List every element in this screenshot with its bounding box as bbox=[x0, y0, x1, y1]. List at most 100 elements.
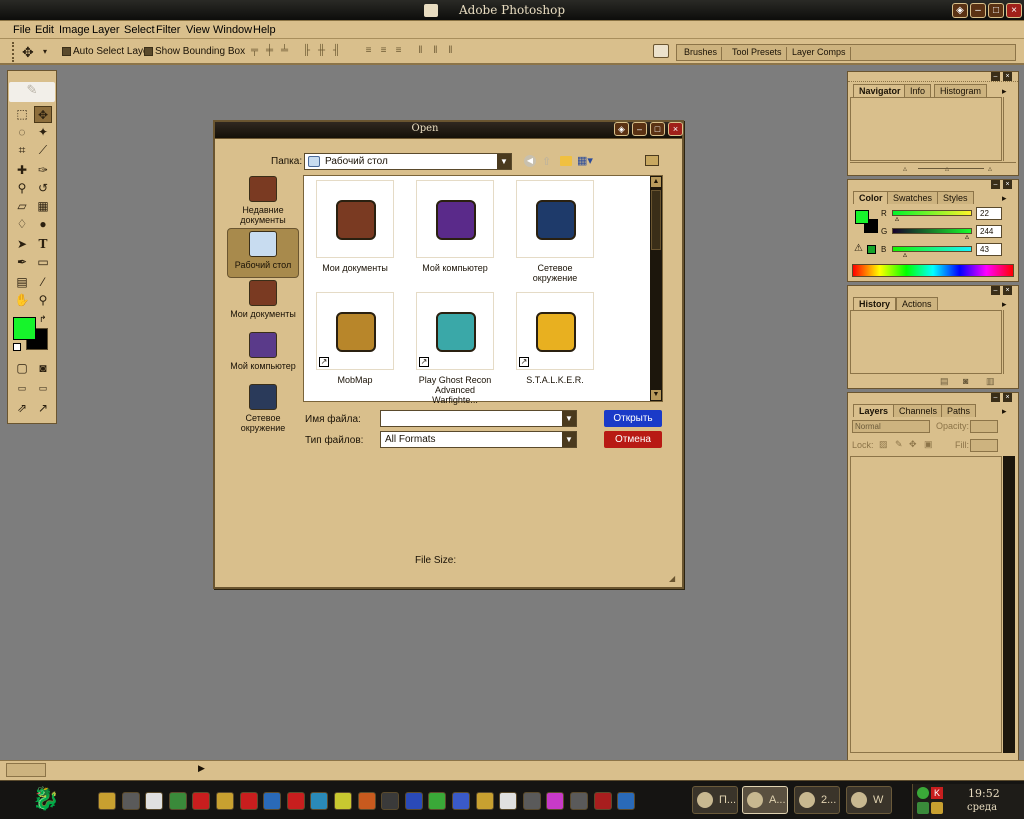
minimize-panel-icon[interactable]: – bbox=[991, 72, 1000, 81]
places-folder-icon[interactable] bbox=[645, 155, 659, 166]
pen-tool-icon[interactable]: ✒ bbox=[13, 254, 31, 271]
scrollbar[interactable]: ▲ ▼ bbox=[650, 176, 662, 401]
scrollbar[interactable] bbox=[1003, 456, 1015, 753]
file-item[interactable]: ↗ S.T.A.L.K.E.R. bbox=[516, 292, 594, 385]
slider-thumb[interactable]: ▵ bbox=[903, 250, 907, 259]
new-document-icon[interactable]: ▤ bbox=[940, 376, 949, 387]
game-icon[interactable] bbox=[286, 792, 305, 810]
terminal-icon[interactable] bbox=[121, 792, 140, 810]
blend-mode-select[interactable]: Normal bbox=[852, 420, 930, 433]
tab-brushes[interactable]: Brushes bbox=[680, 47, 723, 60]
layers-list[interactable] bbox=[850, 456, 1002, 753]
tab-color[interactable]: Color bbox=[853, 191, 889, 204]
color-ramp[interactable] bbox=[852, 264, 1014, 277]
panel-menu-icon[interactable]: ▸ bbox=[1002, 86, 1007, 97]
lock-transparency-icon[interactable]: ▨ bbox=[879, 439, 888, 450]
place-3[interactable]: Мой компьютер bbox=[227, 332, 299, 371]
tab-history[interactable]: History bbox=[853, 297, 897, 310]
jump-to-imageready-icon[interactable]: ⇗ bbox=[13, 400, 31, 417]
clock-day[interactable]: среда bbox=[967, 802, 997, 813]
back-icon[interactable]: ◀ bbox=[524, 155, 536, 167]
navigator-preview[interactable] bbox=[850, 97, 1002, 161]
taskbar-button[interactable]: П... bbox=[692, 786, 738, 814]
disc-icon[interactable] bbox=[522, 792, 541, 810]
magic-wand-tool-icon[interactable]: ✦ bbox=[34, 124, 52, 141]
folder-select[interactable]: Рабочий стол ▼ bbox=[304, 153, 512, 170]
shape-tool-icon[interactable]: ▭ bbox=[34, 254, 52, 271]
open-button[interactable]: Открыть bbox=[603, 409, 663, 428]
dialog-minimize-button[interactable]: – bbox=[632, 122, 647, 136]
network-tray-icon[interactable] bbox=[917, 787, 929, 799]
tab-styles[interactable]: Styles bbox=[937, 191, 974, 204]
shield-icon[interactable] bbox=[428, 792, 447, 810]
chevron-down-icon[interactable]: ▾ bbox=[43, 47, 47, 56]
file-item[interactable]: ↗ Play Ghost Recon Advanced Warfighte... bbox=[416, 292, 494, 405]
tab-histogram[interactable]: Histogram bbox=[934, 84, 988, 97]
align-left-icon[interactable]: ╟ bbox=[300, 45, 313, 57]
antivirus-tray-icon[interactable]: K bbox=[931, 787, 943, 799]
healing-brush-tool-icon[interactable]: ✚ bbox=[13, 162, 31, 179]
distribute-middle-icon[interactable]: ≡ bbox=[377, 45, 390, 57]
dialog-restore-icon[interactable]: ◈ bbox=[614, 122, 629, 136]
distribute-top-icon[interactable]: ≡ bbox=[362, 45, 375, 57]
cloud-icon[interactable] bbox=[499, 792, 518, 810]
close-panel-icon[interactable]: × bbox=[1003, 393, 1012, 402]
move-tool-icon[interactable]: ✥ bbox=[22, 44, 34, 61]
panel-menu-icon[interactable]: ▸ bbox=[1002, 193, 1007, 204]
filetype-select[interactable]: All Formats ▼ bbox=[380, 431, 577, 448]
eyedropper-tool-icon[interactable]: ⁄ bbox=[34, 274, 52, 291]
menu-window[interactable]: Window bbox=[213, 24, 252, 36]
antivirus-icon[interactable] bbox=[192, 792, 211, 810]
tab-info[interactable]: Info bbox=[904, 84, 932, 97]
options-grip[interactable] bbox=[12, 42, 15, 62]
menu-image[interactable]: Image bbox=[59, 24, 90, 36]
tab-channels[interactable]: Channels bbox=[893, 404, 944, 417]
status-arrow-icon[interactable]: ▶ bbox=[198, 763, 205, 774]
tab-tool-presets[interactable]: Tool Presets bbox=[728, 47, 787, 60]
file-item[interactable]: Мои документы bbox=[316, 180, 394, 273]
youtube-icon[interactable] bbox=[239, 792, 258, 810]
up-folder-icon[interactable]: ⇧ bbox=[542, 155, 551, 168]
scrollbar[interactable] bbox=[1003, 310, 1015, 374]
gradient-tool-icon[interactable]: ▦ bbox=[34, 198, 52, 215]
lasso-tool-icon[interactable]: ◌ bbox=[13, 124, 31, 141]
scroll-up-icon[interactable]: ▲ bbox=[651, 177, 661, 187]
slider-thumb[interactable]: ▵ bbox=[965, 232, 969, 241]
cancel-button[interactable]: Отмена bbox=[603, 430, 663, 449]
panel-menu-icon[interactable]: ▸ bbox=[1002, 299, 1007, 310]
tab-navigator[interactable]: Navigator bbox=[853, 84, 907, 97]
align-bottom-icon[interactable]: ╧ bbox=[278, 45, 291, 57]
path-selection-tool-icon[interactable]: ➤ bbox=[13, 236, 31, 253]
tab-paths[interactable]: Paths bbox=[941, 404, 977, 417]
scroll-down-icon[interactable]: ▼ bbox=[651, 390, 661, 400]
chevron-down-icon[interactable]: ▼ bbox=[497, 154, 511, 169]
game-icon[interactable] bbox=[570, 792, 588, 810]
feather-logo-icon[interactable]: ✎ bbox=[9, 82, 55, 102]
slice-tool-icon[interactable]: ⟋ bbox=[34, 142, 52, 159]
b-value-field[interactable]: 43 bbox=[976, 243, 1002, 256]
menu-select[interactable]: Select bbox=[124, 24, 155, 36]
align-top-icon[interactable]: ╤ bbox=[248, 45, 261, 57]
lock-image-icon[interactable]: ✎ bbox=[895, 439, 903, 450]
game-icon[interactable] bbox=[593, 792, 612, 810]
marquee-tool-icon[interactable]: ⬚ bbox=[13, 106, 31, 123]
zoom-slider-thumb[interactable]: ▵ bbox=[945, 164, 949, 173]
align-middle-icon[interactable]: ╪ bbox=[263, 45, 276, 57]
resize-grip-icon[interactable]: ◢ bbox=[669, 574, 675, 583]
menu-help[interactable]: Help bbox=[253, 24, 276, 36]
close-panel-icon[interactable]: × bbox=[1003, 180, 1012, 189]
snapshot-icon[interactable]: ◙ bbox=[963, 376, 968, 386]
folder-icon[interactable] bbox=[216, 792, 234, 810]
gamut-warning-icon[interactable]: ⚠ bbox=[854, 243, 863, 254]
bounding-box-checkbox[interactable] bbox=[144, 47, 153, 56]
default-colors-icon[interactable] bbox=[13, 343, 21, 351]
game-icon[interactable] bbox=[381, 792, 400, 810]
swap-colors-icon[interactable]: ↱ bbox=[39, 314, 47, 325]
menu-edit[interactable]: Edit bbox=[35, 24, 54, 36]
red-slider[interactable] bbox=[892, 210, 972, 216]
eraser-tool-icon[interactable]: ▱ bbox=[13, 198, 31, 215]
distribute-right-icon[interactable]: ‖ bbox=[444, 45, 457, 57]
edit-imageready-icon[interactable]: ↗ bbox=[34, 400, 52, 417]
file-item[interactable]: Сетевое окружение bbox=[516, 180, 594, 283]
tray-icon[interactable] bbox=[917, 802, 929, 814]
